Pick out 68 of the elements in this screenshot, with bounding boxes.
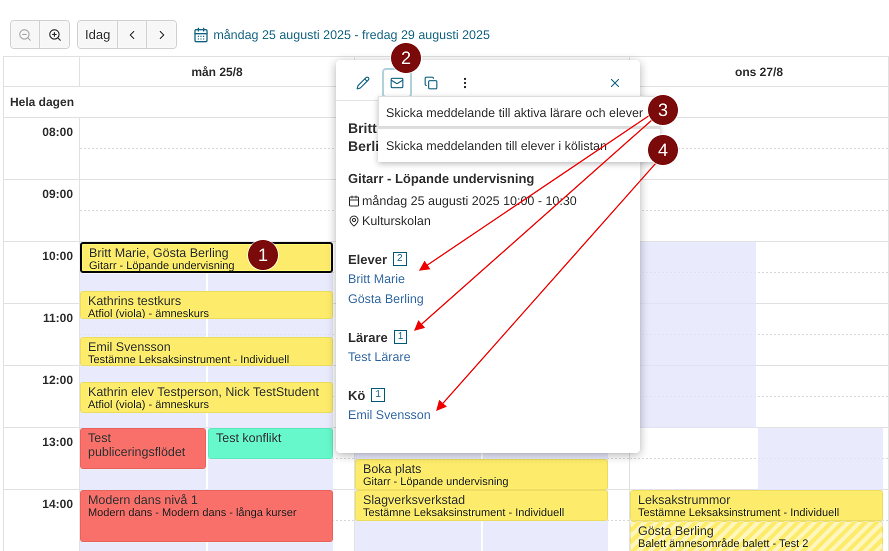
calendar-event[interactable]: Leksakstrummor Testämne Leksaksinstrument - Individuell — [630, 490, 883, 521]
event-title: Test konflikt — [216, 431, 282, 445]
calendar-event[interactable]: Kathrins testkurs Atfiol (viola) - ämneskurs — [80, 290, 333, 320]
event-location: Kulturskolan — [362, 214, 431, 228]
copy-icon — [424, 76, 438, 90]
event-subtitle: Gitarr - Löpande undervisning — [363, 476, 509, 489]
calendar-event[interactable]: Test publiceringsflödet — [80, 428, 206, 470]
zoom-in-button[interactable] — [40, 21, 69, 48]
course-name: Gitarr - Löpande undervisning — [348, 171, 536, 186]
time-label: 14:00 — [42, 497, 73, 511]
event-subtitle: Balett ämnesområde balett - Test 2 — [638, 538, 808, 551]
mail-icon — [390, 76, 404, 90]
section-heading: Kö — [348, 388, 366, 402]
annotation-number: 4 — [648, 135, 678, 165]
calendar-event[interactable]: Kathrin elev Testperson, Nick TestStudent Atfiol (viola) - ämneskurs — [80, 382, 333, 412]
zoom-in-icon — [48, 28, 62, 42]
calendar-event[interactable]: Gösta Berling Balett ämnesområde balett - Test 2 — [630, 521, 883, 551]
pencil-icon — [356, 76, 370, 90]
calendar-event[interactable]: Slagverksverkstad Testämne Leksaksinstrument - Individuell — [355, 490, 608, 521]
person-link[interactable]: Gösta Berling — [348, 289, 424, 309]
event-subtitle: Testämne Leksaksinstrument - Individuell — [363, 507, 564, 520]
event-subtitle: Gitarr - Löpande undervisning — [89, 260, 235, 271]
calendar-event[interactable]: Modern dans nivå 1 Modern dans - Modern dans - långa kurser — [80, 490, 333, 542]
event-title: Emil Svensson — [88, 340, 171, 354]
annotation-number: 2 — [391, 43, 421, 73]
time-label: 10:00 — [42, 249, 73, 263]
event-title: Modern dans nivå 1 — [88, 493, 198, 507]
section-heading: Lärare — [348, 330, 388, 344]
person-link[interactable]: Emil Svensson — [348, 405, 431, 425]
event-subtitle: Testämne Leksaksinstrument - Individuell — [638, 507, 840, 520]
count-badge: 2 — [393, 252, 407, 266]
event-subtitle: Testämne Leksaksinstrument - Individuell — [88, 354, 290, 365]
event-title: Britt Berli — [348, 119, 378, 155]
event-title: Boka plats — [363, 462, 422, 476]
calendar-event[interactable]: Test konflikt — [208, 428, 333, 459]
day-header: ons 27/8 — [734, 64, 784, 78]
event-subtitle: Modern dans - Modern dans - långa kurser — [88, 507, 296, 520]
menu-item[interactable]: Skicka meddelande till aktiva lärare och elever — [378, 96, 660, 129]
time-label: 12:00 — [42, 373, 73, 387]
calendar-event[interactable]: Boka plats Gitarr - Löpande undervisning — [355, 459, 608, 490]
person-link[interactable]: Britt Marie — [348, 269, 405, 289]
section-heading: Elever — [348, 252, 388, 266]
count-badge: 1 — [394, 330, 408, 344]
event-title: Gösta Berling — [638, 524, 714, 538]
location-pin-icon — [348, 215, 360, 227]
day-header: mån 25/8 — [191, 64, 243, 78]
time-label: 11:00 — [42, 311, 73, 325]
event-subtitle: Atfiol (viola) - ämneskurs — [88, 398, 210, 412]
event-title: Kathrin elev Testperson, Nick TestStudent — [88, 384, 319, 398]
calendar-icon — [193, 26, 210, 42]
annotation-number: 3 — [648, 95, 678, 125]
today-button[interactable]: Idag — [78, 21, 118, 48]
time-label: 13:00 — [42, 435, 73, 449]
count-badge: 1 — [371, 388, 385, 402]
event-title: Test publiceringsflödet — [88, 431, 186, 459]
person-link[interactable]: Test Lärare — [348, 347, 411, 367]
zoom-out-icon — [18, 28, 32, 42]
all-day-label: Hela dagen — [9, 95, 76, 109]
event-subtitle: Atfiol (viola) - ämneskurs — [88, 308, 210, 318]
event-title: Leksakstrummor — [638, 493, 730, 507]
event-title: Slagverksverkstad — [363, 493, 466, 507]
time-label: 09:00 — [42, 187, 73, 201]
event-title: Britt Marie, Gösta Berling — [89, 246, 229, 260]
time-label: 08:00 — [42, 125, 73, 139]
event-title: Kathrins testkurs — [88, 294, 182, 308]
calendar-event[interactable]: Emil Svensson Testämne Leksaksinstrument - Individuell — [80, 337, 333, 366]
date-range: måndag 25 augusti 2025 - fredag 29 augusti 2025 — [213, 28, 490, 42]
calendar-icon — [348, 195, 360, 207]
